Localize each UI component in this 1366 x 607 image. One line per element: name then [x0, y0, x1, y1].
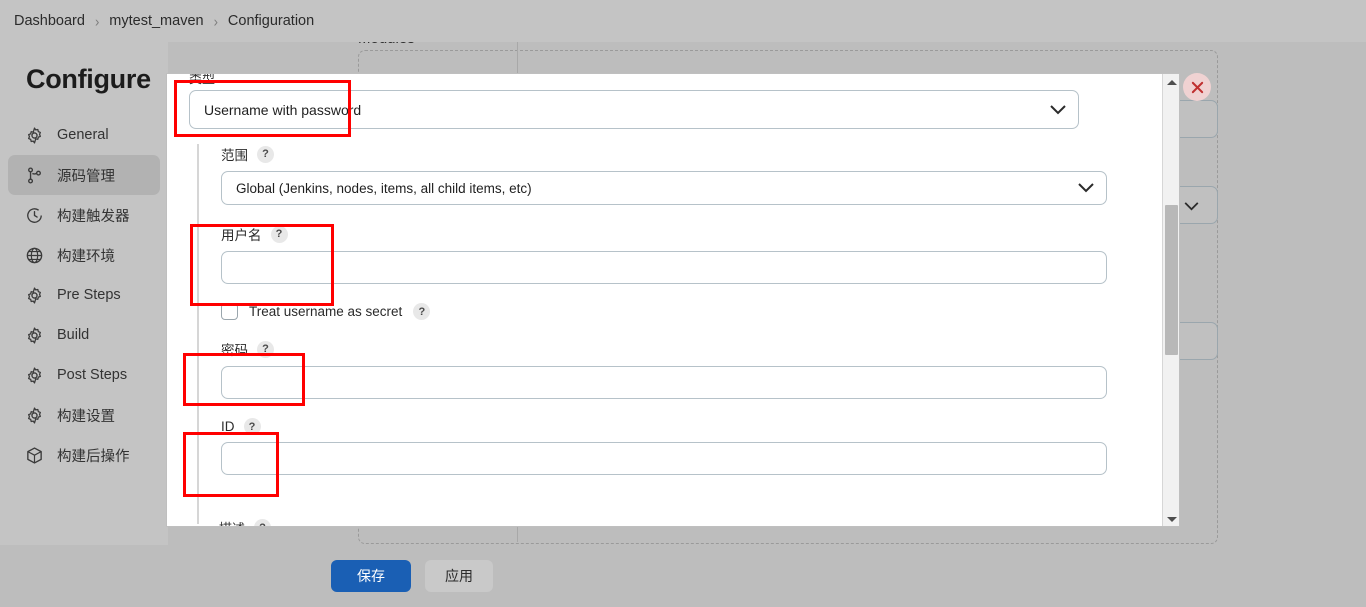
form-footer: 保存 应用 [0, 545, 1366, 607]
username-label-row: 用户名 ? [221, 224, 1127, 244]
sidebar-item-build[interactable]: Build [8, 315, 160, 355]
gear-icon [28, 406, 41, 424]
page-root: Modules Dashboard › mytest_maven › Confi… [0, 0, 1366, 607]
help-icon[interactable]: ? [270, 225, 288, 243]
treat-username-as-secret-row: Treat username as secret ? [221, 303, 1127, 320]
sidebar-item-source-code-management[interactable]: 源码管理 [8, 155, 160, 195]
username-label: 用户名 [221, 228, 262, 243]
scope-select[interactable]: Global (Jenkins, nodes, items, all child… [221, 171, 1107, 205]
gear-icon [28, 286, 41, 304]
globe-icon [26, 247, 43, 263]
sidebar-item-label: Post Steps [57, 367, 128, 383]
sidebar-item-build-triggers[interactable]: 构建触发器 [8, 195, 160, 235]
description-label: 描述 [219, 518, 245, 526]
help-icon[interactable]: ? [257, 145, 274, 163]
sidebar-item-label: 构建环境 [57, 248, 115, 265]
id-label: ID [221, 419, 235, 434]
sidebar: Configure General 源码管理 构建触发器 构建环境 Pre St… [0, 42, 168, 607]
scrollbar-down-arrow[interactable] [1163, 511, 1179, 526]
sidebar-item-pre-steps[interactable]: Pre Steps [8, 275, 160, 315]
scope-value: Global (Jenkins, nodes, items, all child… [236, 180, 532, 196]
sidebar-item-label: 源码管理 [57, 168, 115, 185]
username-field-group: 用户名 ? [221, 224, 1127, 284]
save-button[interactable]: 保存 [331, 560, 411, 592]
breadcrumb-item-dashboard[interactable]: Dashboard [14, 13, 85, 29]
gear-icon [28, 126, 41, 144]
scrollbar-thumb[interactable] [1165, 205, 1178, 355]
username-input[interactable] [221, 251, 1107, 284]
sidebar-item-label: General [57, 127, 109, 143]
breadcrumb-item-project[interactable]: mytest_maven [109, 13, 203, 29]
password-label-row: 密码 ? [221, 339, 1127, 359]
chevron-down-icon [1184, 202, 1199, 211]
password-label: 密码 [221, 343, 248, 358]
credential-type-select[interactable]: Username with password [189, 90, 1079, 129]
scope-field-group: 范围 ? Global (Jenkins, nodes, items, all … [221, 144, 1127, 205]
sidebar-item-post-build-actions[interactable]: 构建后操作 [8, 435, 160, 475]
sidebar-item-label: 构建设置 [57, 408, 115, 425]
sidebar-item-label: Build [57, 327, 90, 343]
sidebar-item-build-settings[interactable]: 构建设置 [8, 395, 160, 435]
type-field-label: 类型 [189, 73, 216, 86]
help-icon[interactable]: ? [254, 519, 272, 526]
treat-username-as-secret-checkbox[interactable] [221, 303, 238, 320]
sidebar-item-label: Pre Steps [57, 287, 121, 303]
chevron-down-icon [1078, 183, 1094, 193]
sidebar-item-build-environment[interactable]: 构建环境 [8, 235, 160, 275]
scope-label-row: 范围 ? [221, 144, 1127, 164]
gear-icon [28, 326, 41, 344]
apply-button[interactable]: 应用 [425, 560, 493, 592]
close-icon [1191, 81, 1203, 93]
package-icon [27, 446, 42, 464]
credential-type-value: Username with password [204, 101, 362, 118]
modal-scrollbar[interactable] [1162, 74, 1179, 526]
gear-icon [28, 366, 41, 384]
scope-label: 范围 [221, 148, 248, 163]
password-field-group: 密码 ? [221, 339, 1127, 399]
help-icon[interactable]: ? [413, 303, 431, 320]
id-label-row: ID ? [221, 418, 1127, 435]
clock-icon [27, 207, 42, 223]
breadcrumb-item-configuration[interactable]: Configuration [228, 13, 314, 29]
description-field-label: 描述 ? [219, 518, 272, 526]
breadcrumb-separator: › [213, 12, 218, 30]
triangle-down-icon [1166, 517, 1177, 522]
help-icon[interactable]: ? [257, 340, 274, 358]
credentials-modal-body: 类型 Username with password 范围 ? Global (J… [167, 73, 1163, 526]
page-title: Configure [26, 64, 151, 94]
help-icon[interactable]: ? [243, 418, 261, 435]
treat-username-as-secret-label: Treat username as secret [249, 304, 403, 319]
scrollbar-up-arrow[interactable] [1163, 74, 1179, 91]
sidebar-nav-list: General 源码管理 构建触发器 构建环境 Pre Steps Build … [0, 115, 168, 475]
id-input[interactable] [221, 442, 1107, 475]
credentials-modal: 类型 Username with password 范围 ? Global (J… [166, 73, 1180, 527]
close-modal-button[interactable] [1183, 73, 1211, 101]
branch-icon [28, 166, 41, 184]
triangle-up-icon [1166, 80, 1177, 85]
sidebar-item-label: 构建触发器 [57, 208, 130, 225]
sidebar-item-general[interactable]: General [8, 115, 160, 155]
id-field-group: ID ? [221, 418, 1127, 475]
chevron-down-icon [1050, 104, 1066, 114]
sidebar-item-post-steps[interactable]: Post Steps [8, 355, 160, 395]
breadcrumb: Dashboard › mytest_maven › Configuration [0, 0, 1366, 42]
breadcrumb-separator: › [94, 12, 100, 30]
sidebar-item-label: 构建后操作 [57, 448, 130, 465]
credentials-subform: 范围 ? Global (Jenkins, nodes, items, all … [197, 144, 1127, 524]
password-input[interactable] [221, 366, 1107, 399]
